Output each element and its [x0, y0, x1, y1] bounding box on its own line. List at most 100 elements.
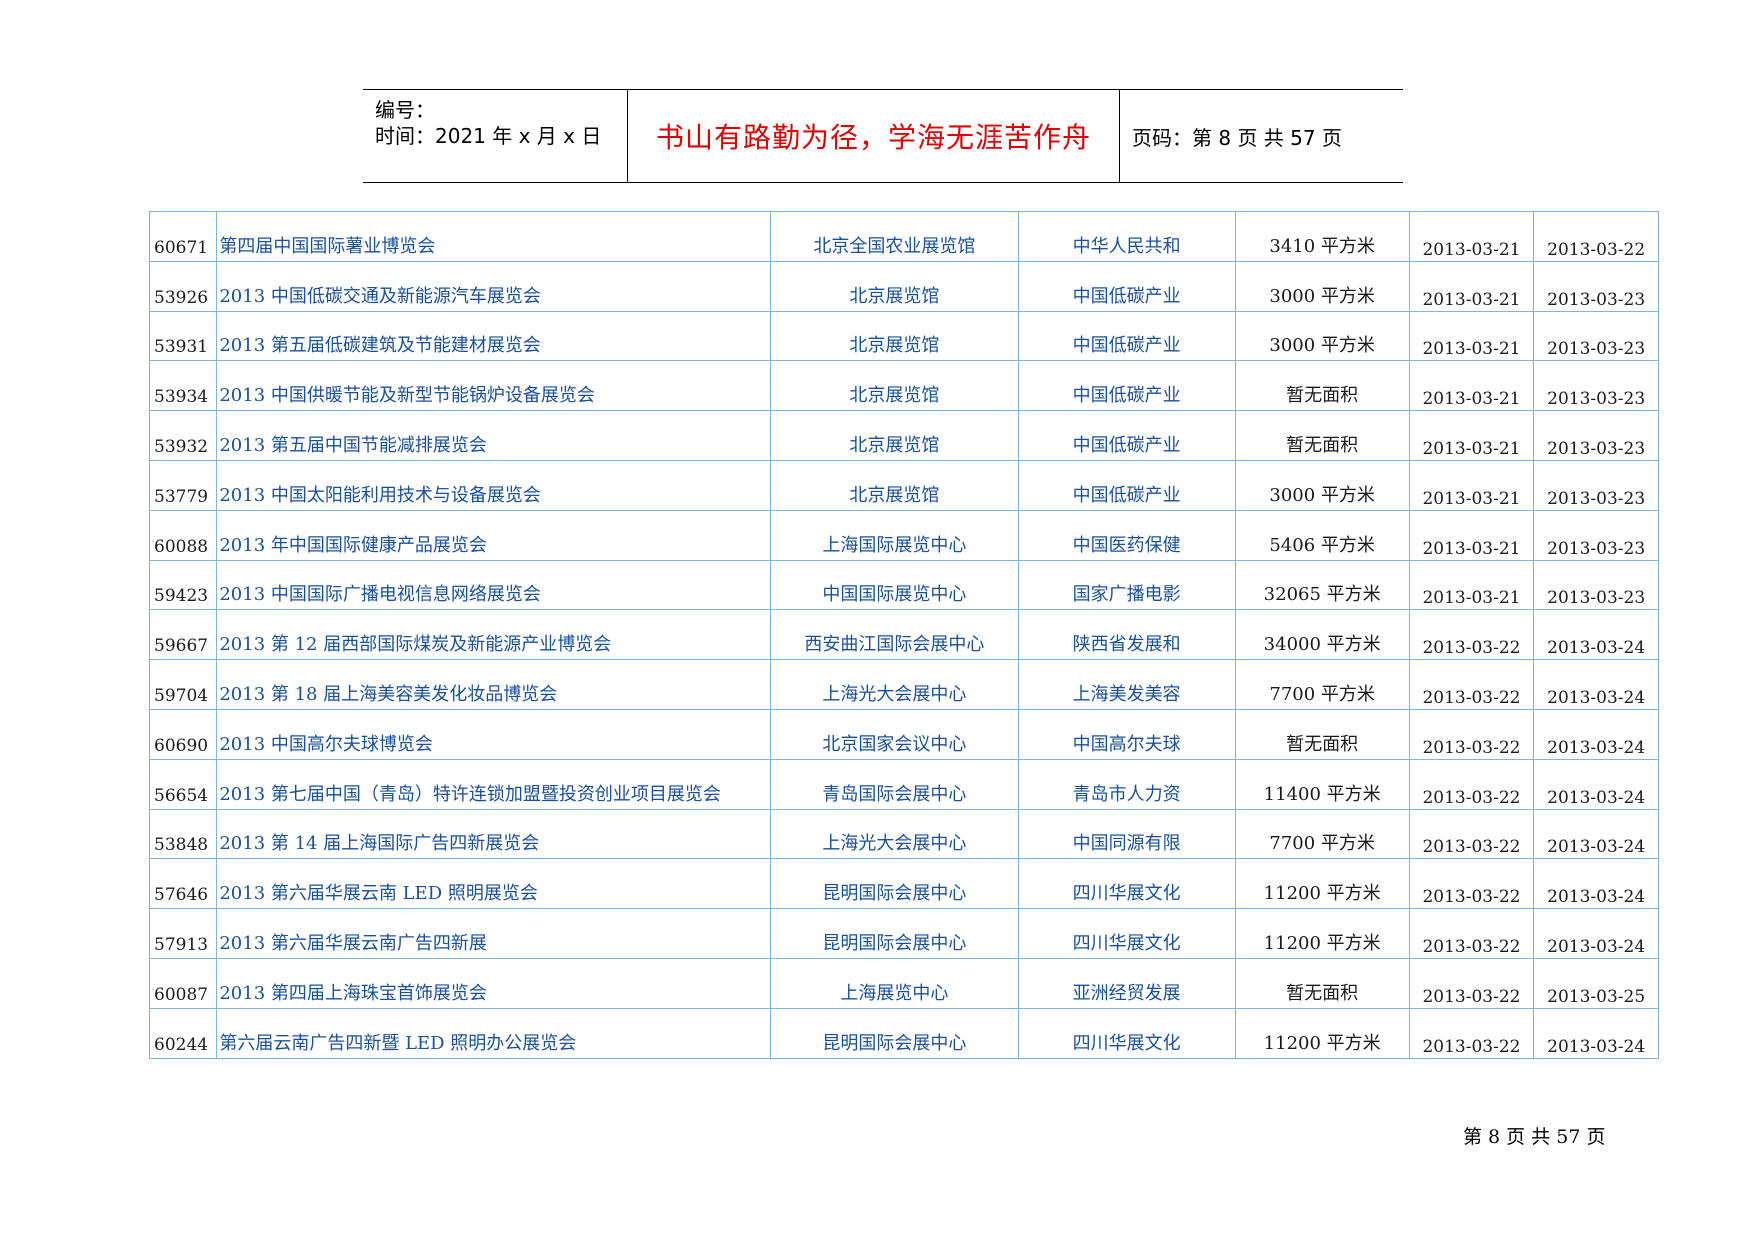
- exhibition-area: 暂无面积: [1234, 957, 1410, 1009]
- table-row: 60087 2013 第四届上海珠宝首饰展览会 上海展览中心 亚洲经贸发展 暂无面积 20…: [148, 957, 1659, 1009]
- exhibition-venue: 北京展览馆: [770, 310, 1019, 362]
- exhibition-organizer: 四川华展文化: [1017, 1007, 1236, 1059]
- end-date: 2013-03-25: [1533, 957, 1659, 1009]
- document-header: 编号： 时间：2021 年 x 月 x 日 书山有路勤为径，学海无涯苦作舟 页码…: [363, 89, 1403, 183]
- start-date: 2013-03-22: [1408, 659, 1535, 710]
- exhibition-organizer: 中国低碳产业: [1017, 260, 1236, 312]
- exhibition-venue: 上海国际展览中心: [770, 509, 1019, 561]
- exhibition-name: 2013 中国国际广播电视信息网络展览会: [216, 559, 772, 611]
- exhibition-area: 11200 平方米: [1234, 1007, 1410, 1059]
- start-date: 2013-03-21: [1408, 559, 1535, 611]
- table-row: 60244 第六届云南广告四新暨 LED 照明办公展览会 昆明国际会展中心 四川华展文…: [148, 1007, 1659, 1059]
- start-date: 2013-03-21: [1408, 310, 1535, 362]
- exhibition-id: 60671: [148, 211, 218, 262]
- start-date: 2013-03-22: [1408, 858, 1535, 910]
- table-row: 53779 2013 中国太阳能利用技术与设备展览会 北京展览馆 中国低碳产业 3000…: [148, 459, 1659, 511]
- exhibition-area: 11200 平方米: [1234, 908, 1410, 959]
- end-date: 2013-03-24: [1533, 659, 1659, 710]
- exhibition-name: 2013 中国高尔夫球博览会: [216, 708, 772, 760]
- exhibition-venue: 北京展览馆: [770, 459, 1019, 511]
- exhibition-name: 2013 中国太阳能利用技术与设备展览会: [216, 459, 772, 511]
- exhibition-organizer: 国家广播电影: [1017, 559, 1236, 611]
- start-date: 2013-03-22: [1408, 808, 1535, 860]
- table-row: 60671 第四届中国国际薯业博览会 北京全国农业展览馆 中华人民共和 3410 平方米…: [148, 211, 1659, 262]
- exhibition-name: 第四届中国国际薯业博览会: [216, 211, 772, 262]
- exhibition-organizer: 四川华展文化: [1017, 908, 1236, 959]
- header-meta: 编号： 时间：2021 年 x 月 x 日: [363, 90, 628, 182]
- end-date: 2013-03-23: [1533, 410, 1659, 461]
- end-date: 2013-03-23: [1533, 459, 1659, 511]
- table-row: 59423 2013 中国国际广播电视信息网络展览会 中国国际展览中心 国家广播电影 3…: [148, 559, 1659, 611]
- exhibition-organizer: 中国同源有限: [1017, 808, 1236, 860]
- start-date: 2013-03-21: [1408, 410, 1535, 461]
- exhibition-id: 60244: [148, 1007, 218, 1059]
- exhibition-area: 暂无面积: [1234, 360, 1410, 412]
- exhibition-venue: 昆明国际会展中心: [770, 1007, 1019, 1059]
- table-row: 53926 2013 中国低碳交通及新能源汽车展览会 北京展览馆 中国低碳产业 3000…: [148, 260, 1659, 312]
- exhibition-venue: 北京展览馆: [770, 410, 1019, 461]
- exhibition-organizer: 中国低碳产业: [1017, 360, 1236, 412]
- exhibition-name: 2013 第六届华展云南广告四新展: [216, 908, 772, 959]
- start-date: 2013-03-22: [1408, 957, 1535, 1009]
- exhibition-name: 2013 第 14 届上海国际广告四新展览会: [216, 808, 772, 860]
- exhibition-venue: 北京全国农业展览馆: [770, 211, 1019, 262]
- exhibition-area: 11400 平方米: [1234, 758, 1410, 810]
- exhibition-organizer: 亚洲经贸发展: [1017, 957, 1236, 1009]
- table-row: 59667 2013 第 12 届西部国际煤炭及新能源产业博览会 西安曲江国际会展中…: [148, 609, 1659, 661]
- exhibition-area: 11200 平方米: [1234, 858, 1410, 910]
- exhibition-name: 2013 第四届上海珠宝首饰展览会: [216, 957, 772, 1009]
- end-date: 2013-03-22: [1533, 211, 1659, 262]
- exhibition-id: 56654: [148, 758, 218, 810]
- exhibition-id: 59423: [148, 559, 218, 611]
- exhibition-venue: 中国国际展览中心: [770, 559, 1019, 611]
- page-footer: 第 8 页 共 57 页: [1463, 1126, 1606, 1148]
- exhibition-name: 2013 第七届中国（青岛）特许连锁加盟暨投资创业项目展览会: [216, 758, 772, 810]
- exhibition-id: 59667: [148, 609, 218, 661]
- end-date: 2013-03-23: [1533, 559, 1659, 611]
- exhibition-venue: 昆明国际会展中心: [770, 858, 1019, 910]
- exhibition-name: 2013 年中国国际健康产品展览会: [216, 509, 772, 561]
- end-date: 2013-03-23: [1533, 509, 1659, 561]
- exhibition-name: 2013 第 18 届上海美容美发化妆品博览会: [216, 659, 772, 710]
- exhibition-name: 第六届云南广告四新暨 LED 照明办公展览会: [216, 1007, 772, 1059]
- exhibition-area: 5406 平方米: [1234, 509, 1410, 561]
- start-date: 2013-03-22: [1408, 708, 1535, 760]
- exhibition-area: 3000 平方米: [1234, 260, 1410, 312]
- exhibition-area: 暂无面积: [1234, 708, 1410, 760]
- exhibition-area: 7700 平方米: [1234, 808, 1410, 860]
- exhibition-id: 57913: [148, 908, 218, 959]
- exhibition-organizer: 中国低碳产业: [1017, 310, 1236, 362]
- end-date: 2013-03-24: [1533, 1007, 1659, 1059]
- end-date: 2013-03-24: [1533, 708, 1659, 760]
- exhibition-organizer: 陕西省发展和: [1017, 609, 1236, 661]
- exhibition-id: 57646: [148, 858, 218, 910]
- start-date: 2013-03-22: [1408, 609, 1535, 661]
- exhibition-venue: 上海光大会展中心: [770, 808, 1019, 860]
- start-date: 2013-03-22: [1408, 908, 1535, 959]
- page-label: 页码：第 8 页 共 57 页: [1132, 125, 1342, 150]
- exhibition-venue: 青岛国际会展中心: [770, 758, 1019, 810]
- exhibition-organizer: 中国低碳产业: [1017, 459, 1236, 511]
- start-date: 2013-03-21: [1408, 459, 1535, 511]
- exhibition-id: 60087: [148, 957, 218, 1009]
- exhibition-area: 7700 平方米: [1234, 659, 1410, 710]
- exhibition-id: 59704: [148, 659, 218, 710]
- header-motto-cell: 书山有路勤为径，学海无涯苦作舟: [628, 90, 1120, 182]
- exhibition-name: 2013 中国供暖节能及新型节能锅炉设备展览会: [216, 360, 772, 412]
- start-date: 2013-03-22: [1408, 1007, 1535, 1059]
- exhibition-organizer: 中华人民共和: [1017, 211, 1236, 262]
- end-date: 2013-03-24: [1533, 609, 1659, 661]
- table-row: 56654 2013 第七届中国（青岛）特许连锁加盟暨投资创业项目展览会 青岛国际会…: [148, 758, 1659, 810]
- exhibition-table: 60671 第四届中国国际薯业博览会 北京全国农业展览馆 中华人民共和 3410 平方米…: [148, 211, 1659, 1059]
- start-date: 2013-03-21: [1408, 360, 1535, 412]
- start-date: 2013-03-21: [1408, 509, 1535, 561]
- start-date: 2013-03-21: [1408, 211, 1535, 262]
- exhibition-area: 34000 平方米: [1234, 609, 1410, 661]
- start-date: 2013-03-21: [1408, 260, 1535, 312]
- exhibition-name: 2013 中国低碳交通及新能源汽车展览会: [216, 260, 772, 312]
- exhibition-venue: 北京展览馆: [770, 260, 1019, 312]
- end-date: 2013-03-24: [1533, 808, 1659, 860]
- exhibition-id: 53931: [148, 310, 218, 362]
- table-row: 57913 2013 第六届华展云南广告四新展 昆明国际会展中心 四川华展文化 1120…: [148, 908, 1659, 959]
- table-row: 60690 2013 中国高尔夫球博览会 北京国家会议中心 中国高尔夫球 暂无面积 201…: [148, 708, 1659, 760]
